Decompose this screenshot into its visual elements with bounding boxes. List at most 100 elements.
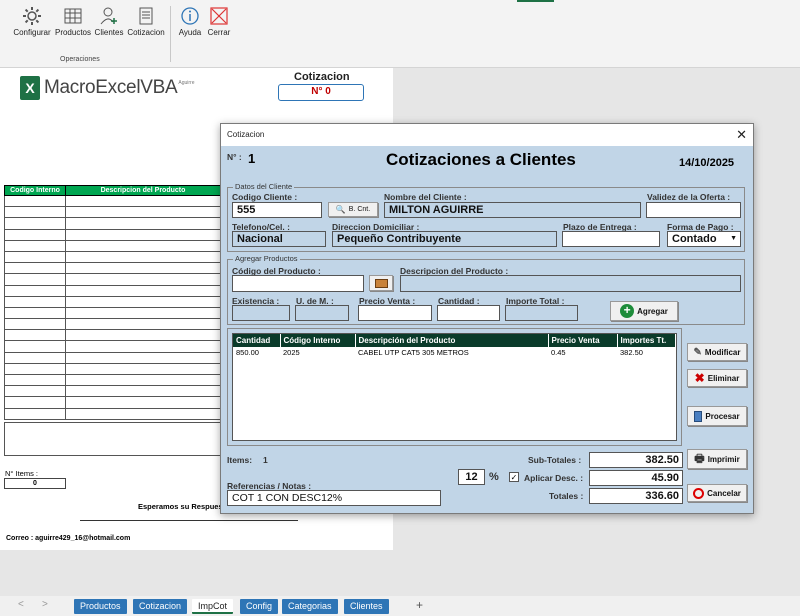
descuento-input[interactable]: 12 — [458, 469, 485, 485]
descripcion-producto-field[interactable] — [400, 275, 741, 292]
grid-col-descripcion[interactable]: Descripción del Producto — [355, 334, 549, 347]
sheet-cell[interactable] — [65, 284, 221, 297]
tab-next-icon[interactable]: > — [42, 599, 48, 610]
sheet-cell[interactable] — [65, 217, 221, 230]
agregar-button[interactable]: + Agregar — [610, 301, 678, 321]
eliminar-button[interactable]: ✖ Eliminar — [687, 369, 747, 387]
sheet-cell[interactable] — [4, 340, 66, 353]
sheet-cell[interactable] — [4, 284, 66, 297]
aplicar-desc-checkbox[interactable]: ✓ — [509, 472, 519, 482]
referencias-input[interactable]: COT 1 CON DESC12% — [227, 490, 441, 506]
cancelar-button[interactable]: Cancelar — [687, 484, 747, 502]
sheet-cell[interactable] — [4, 295, 66, 308]
sheet-cell[interactable] — [4, 407, 66, 420]
sheet-cell[interactable] — [65, 373, 221, 387]
sheet-cell[interactable] — [65, 318, 221, 331]
sheet-cell[interactable] — [4, 250, 66, 264]
sheet-cell[interactable] — [4, 239, 66, 252]
sheet-cell[interactable] — [65, 194, 221, 208]
sheet-cell[interactable] — [4, 385, 66, 398]
sheet-cell[interactable] — [4, 273, 66, 286]
buscar-producto-button[interactable] — [369, 275, 393, 291]
clientes-button[interactable]: Clientes — [94, 6, 124, 42]
sheet-cell[interactable] — [4, 329, 66, 342]
productos-button[interactable]: Productos — [54, 6, 92, 42]
add-sheet-icon[interactable]: + — [416, 598, 423, 612]
cotizacion-button[interactable]: Cotizacion — [126, 6, 166, 42]
tab-config[interactable]: Config — [240, 599, 279, 614]
document-icon — [139, 7, 153, 25]
sheet-cell[interactable] — [65, 396, 221, 409]
sheet-cell[interactable] — [65, 306, 221, 320]
nombre-cliente-field[interactable]: MILTON AGUIRRE — [384, 202, 641, 218]
printer-icon: 🖶 — [694, 452, 705, 465]
importe-total-field[interactable] — [505, 305, 578, 321]
buscar-cliente-button[interactable]: 🔍 B. Cnt. — [328, 202, 378, 217]
codigo-producto-input[interactable] — [232, 275, 364, 292]
direccion-field[interactable]: Pequeño Contribuyente — [332, 231, 557, 247]
grid-col-importes[interactable]: Importes Tt. — [617, 334, 676, 347]
sheet-cell[interactable] — [4, 228, 66, 241]
productos-label: Productos — [54, 28, 92, 37]
items-label: Items: — [227, 455, 253, 465]
validez-input[interactable] — [646, 202, 741, 218]
codigo-cliente-input[interactable]: 555 — [232, 202, 322, 218]
tab-categorias[interactable]: Categorias — [282, 599, 338, 614]
grid-col-codigo[interactable]: Código Interno — [280, 334, 356, 347]
sheet-cell[interactable] — [65, 351, 221, 364]
sheet-cell[interactable] — [4, 206, 66, 219]
plazo-input[interactable] — [562, 231, 660, 247]
forma-pago-select[interactable]: Contado ▼ — [667, 231, 741, 247]
udem-field[interactable] — [295, 305, 349, 321]
sheet-cell[interactable] — [65, 329, 221, 342]
sheet-cell[interactable] — [4, 262, 66, 275]
cerrar-button[interactable]: Cerrar — [206, 6, 232, 42]
productos-grid[interactable]: Cantidad Código Interno Descripción del … — [232, 333, 677, 441]
dialog-close-icon[interactable]: ✕ — [736, 127, 747, 143]
sheet-cell[interactable] — [65, 250, 221, 264]
configurar-button[interactable]: Configurar — [12, 6, 52, 42]
modificar-button[interactable]: ✎ Modificar — [687, 343, 747, 361]
sheet-cell[interactable] — [65, 239, 221, 252]
procesar-label: Procesar — [705, 411, 740, 421]
precio-venta-input[interactable] — [358, 305, 432, 321]
tab-cotizacion[interactable]: Cotizacion — [133, 599, 188, 614]
tab-impcot[interactable]: ImpCot — [192, 599, 234, 614]
telefono-field[interactable]: Nacional — [232, 231, 326, 247]
descuento-amount-field[interactable]: 45.90 — [589, 470, 683, 486]
totales-field[interactable]: 336.60 — [589, 488, 683, 504]
sheet-cell[interactable] — [65, 262, 221, 275]
tab-clientes[interactable]: Clientes — [344, 599, 389, 614]
dialog-titlebar: Cotizacion ✕ — [221, 124, 753, 146]
ayuda-button[interactable]: Ayuda — [176, 6, 204, 42]
sheet-cell[interactable] — [4, 351, 66, 364]
sheet-cell[interactable] — [65, 407, 221, 420]
sheet-cell[interactable] — [65, 206, 221, 219]
sheet-cell[interactable] — [65, 362, 221, 376]
sheet-number: N° 0 — [278, 84, 364, 101]
sheet-cell[interactable] — [65, 295, 221, 308]
procesar-button[interactable]: Procesar — [687, 406, 747, 426]
tab-prev-icon[interactable]: < — [18, 599, 24, 610]
sheet-cell[interactable] — [65, 228, 221, 241]
tab-productos[interactable]: Productos — [74, 599, 127, 614]
sheet-row — [4, 362, 221, 376]
sheet-cell[interactable] — [65, 385, 221, 398]
sheet-cell[interactable] — [4, 373, 66, 387]
sheet-cell[interactable] — [4, 318, 66, 331]
cantidad-input[interactable] — [437, 305, 500, 321]
clientes-label: Clientes — [94, 28, 124, 37]
sheet-cell[interactable] — [65, 273, 221, 286]
subtotales-field[interactable]: 382.50 — [589, 452, 683, 468]
imprimir-button[interactable]: 🖶 Imprimir — [687, 449, 747, 469]
existencia-field[interactable] — [232, 305, 290, 321]
sheet-cell[interactable] — [4, 194, 66, 208]
sheet-cell[interactable] — [65, 340, 221, 353]
sheet-cell[interactable] — [4, 396, 66, 409]
sheet-cell[interactable] — [4, 306, 66, 320]
sheet-cell[interactable] — [4, 217, 66, 230]
sheet-cell[interactable] — [4, 362, 66, 376]
grid-col-precio[interactable]: Precio Venta — [548, 334, 618, 347]
table-row[interactable]: 850.00 2025 CABEL UTP CAT5 305 METROS 0.… — [233, 347, 676, 358]
grid-col-cantidad[interactable]: Cantidad — [233, 334, 281, 347]
